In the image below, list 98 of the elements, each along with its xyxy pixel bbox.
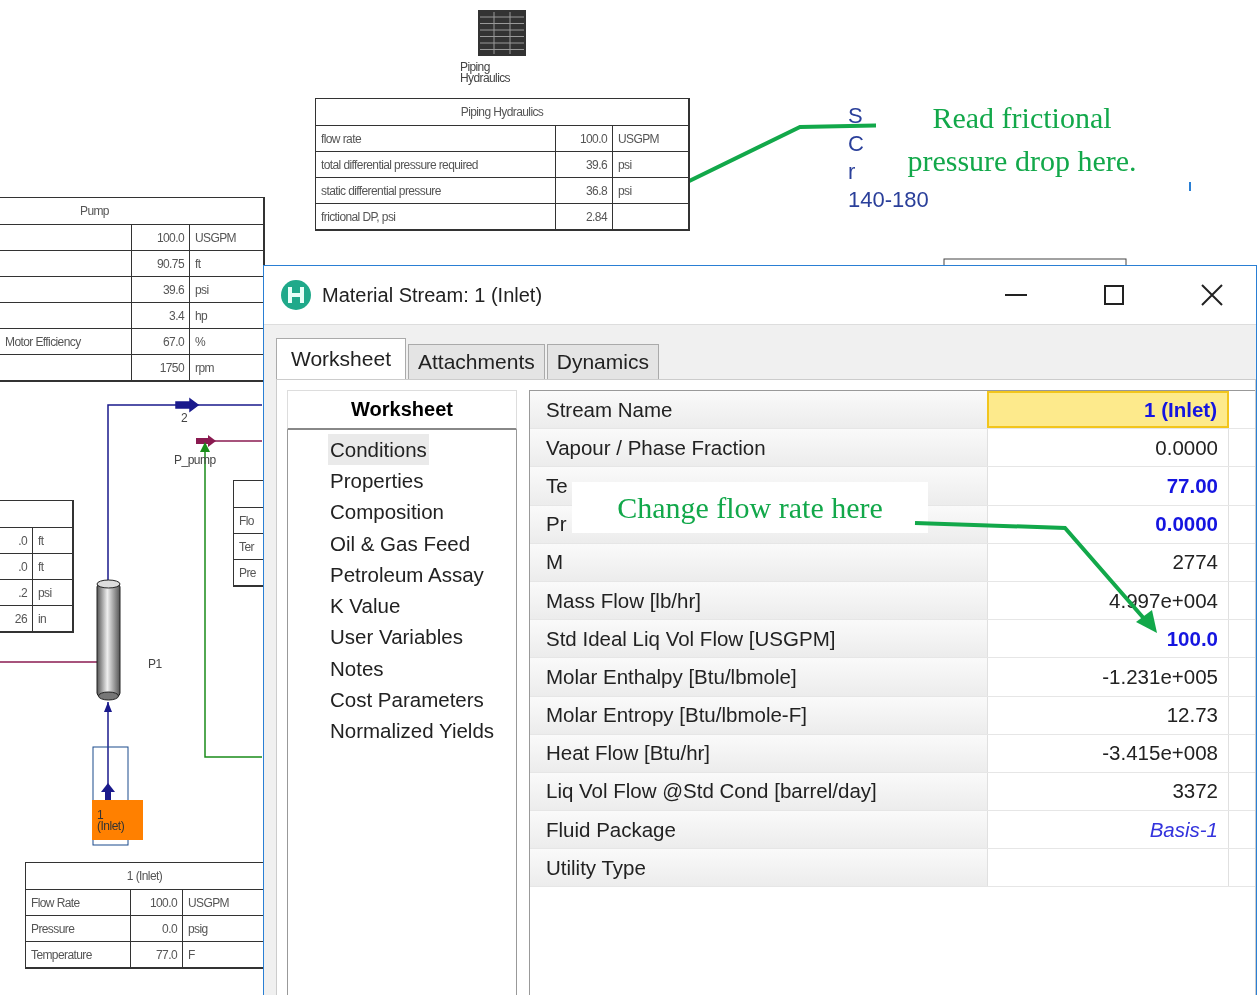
table-cell: Motor Efficiency — [0, 329, 132, 355]
table-cell: psi — [613, 178, 688, 204]
value-cell[interactable]: -3.415e+008 — [987, 734, 1229, 772]
nav-item[interactable]: Notes — [328, 653, 386, 685]
table-cell-text: F — [187, 946, 196, 964]
value-cell[interactable]: 77.00 — [987, 467, 1229, 505]
property-label: Liq Vol Flow @Std Cond [barrel/day] — [546, 779, 877, 804]
value-cell[interactable]: 2774 — [987, 543, 1229, 581]
stream-line[interactable] — [101, 701, 115, 802]
energy-line[interactable] — [195, 435, 263, 447]
close-icon — [1201, 284, 1223, 306]
table-cell: 2.84 — [556, 204, 613, 229]
value-cell[interactable]: 0.0000 — [987, 429, 1229, 467]
table-title: Piping Hydraulics — [460, 105, 544, 119]
table-cell: Temperature — [26, 942, 131, 967]
table-cell: psi — [613, 152, 688, 178]
table-cell-text: rpm — [194, 359, 215, 377]
annotation-text: Change flow rate here — [572, 482, 928, 533]
property-label: Vapour / Phase Fraction — [546, 435, 766, 460]
value-cell[interactable]: 0.0000 — [987, 505, 1229, 543]
tick-mark — [1189, 181, 1191, 192]
text-fragment: 140-180 — [848, 186, 929, 214]
text-fragment: r — [848, 158, 856, 186]
table-cell: ft — [33, 554, 72, 580]
nav-item[interactable]: Petroleum Assay — [328, 559, 486, 591]
table-cell: USGPM — [190, 225, 263, 251]
table-cell: .2 — [0, 580, 33, 606]
value-cell[interactable]: 1 (Inlet) — [987, 391, 1229, 429]
stream-label: 2 — [181, 411, 188, 425]
icon-label: Piping Hydraulics — [460, 62, 512, 84]
tab[interactable]: Worksheet — [276, 338, 406, 379]
maximize-icon — [1104, 285, 1124, 305]
window-title: Material Stream: 1 (Inlet) — [322, 283, 544, 307]
table-cell: .0 — [0, 554, 33, 580]
stream-label: 1 (Inlet) — [97, 810, 125, 832]
table-cell: 90.75 — [132, 251, 190, 277]
property-label: M — [546, 550, 564, 575]
property-label: Utility Type — [546, 855, 646, 880]
property-label: Heat Flow [Btu/hr] — [546, 741, 711, 766]
table-cell: USGPM — [613, 126, 688, 152]
table-cell: total differential pressure required — [316, 152, 556, 178]
pipe-drawing[interactable] — [96, 579, 121, 701]
value-cell[interactable]: 12.73 — [987, 696, 1229, 734]
nav-item[interactable]: Properties — [328, 465, 426, 497]
table-cell: 36.8 — [556, 178, 613, 204]
nav-item[interactable]: Conditions — [328, 434, 429, 466]
table-cell: 67.0 — [132, 329, 190, 355]
minimize-icon — [1005, 293, 1027, 297]
table-cell: 100.0 — [556, 126, 613, 152]
nav-item[interactable]: Composition — [328, 496, 446, 528]
table-cell: 39.6 — [132, 277, 190, 303]
table-cell: psi — [33, 580, 72, 606]
property-label: Fluid Package — [546, 817, 676, 842]
table-cell: 39.6 — [556, 152, 613, 178]
table-cell: 3.4 — [132, 303, 190, 329]
piping-icon[interactable] — [478, 10, 526, 56]
property-label: Mass Flow [lb/hr] — [546, 588, 701, 613]
table-cell: ft — [33, 528, 72, 554]
nav-header: Worksheet — [287, 390, 517, 430]
value-cell[interactable]: -1.231e+005 — [987, 658, 1229, 696]
table-cell: Flow Rate — [26, 890, 131, 916]
table-cell: 1750 — [132, 355, 190, 380]
table-cell: 77.0 — [131, 942, 183, 967]
property-label: Te — [546, 473, 568, 498]
table-cell: flow rate — [316, 126, 556, 152]
property-label: Pr — [546, 512, 567, 537]
table-cell: frictional DP, psi — [316, 204, 556, 229]
feed-block[interactable] — [92, 800, 143, 840]
table-cell: 0.0 — [131, 916, 183, 942]
nav-item[interactable]: K Value — [328, 590, 403, 622]
property-label: Std Ideal Liq Vol Flow [USGPM] — [546, 626, 836, 651]
tab[interactable]: Dynamics — [546, 344, 659, 379]
table-cell: Pressure — [26, 916, 131, 942]
tab[interactable]: Attachments — [408, 344, 545, 379]
table-cell: static differential pressure — [316, 178, 556, 204]
property-label: Molar Entropy [Btu/lbmole-F] — [546, 703, 807, 728]
table-cell-text: Pre — [238, 564, 257, 582]
stream-line[interactable] — [107, 397, 263, 581]
text-fragment: C — [848, 130, 864, 158]
nav-item[interactable]: Normalized Yields — [328, 715, 497, 747]
text-fragment: S — [848, 102, 863, 130]
table-cell: 100.0 — [131, 890, 183, 916]
app-icon — [280, 279, 312, 311]
table-title: 1 (Inlet) — [126, 869, 163, 883]
table-title: Pump — [80, 204, 109, 218]
table-cell: .0 — [0, 528, 33, 554]
value-cell[interactable] — [987, 849, 1229, 887]
table-cell-text: in — [37, 610, 48, 628]
property-label: Molar Enthalpy [Btu/lbmole] — [546, 664, 797, 689]
property-label: Stream Name — [546, 397, 673, 422]
nav-item[interactable]: User Variables — [328, 621, 465, 654]
nav-item[interactable]: Oil & Gas Feed — [328, 527, 473, 560]
nav-item[interactable]: Cost Parameters — [328, 684, 486, 716]
table-cell: 26 — [0, 606, 33, 631]
unit-label: P1 — [148, 657, 162, 671]
value-cell[interactable]: 3372 — [987, 772, 1229, 811]
table-cell: 100.0 — [132, 225, 190, 251]
value-cell[interactable]: Basis-1 — [987, 811, 1229, 849]
